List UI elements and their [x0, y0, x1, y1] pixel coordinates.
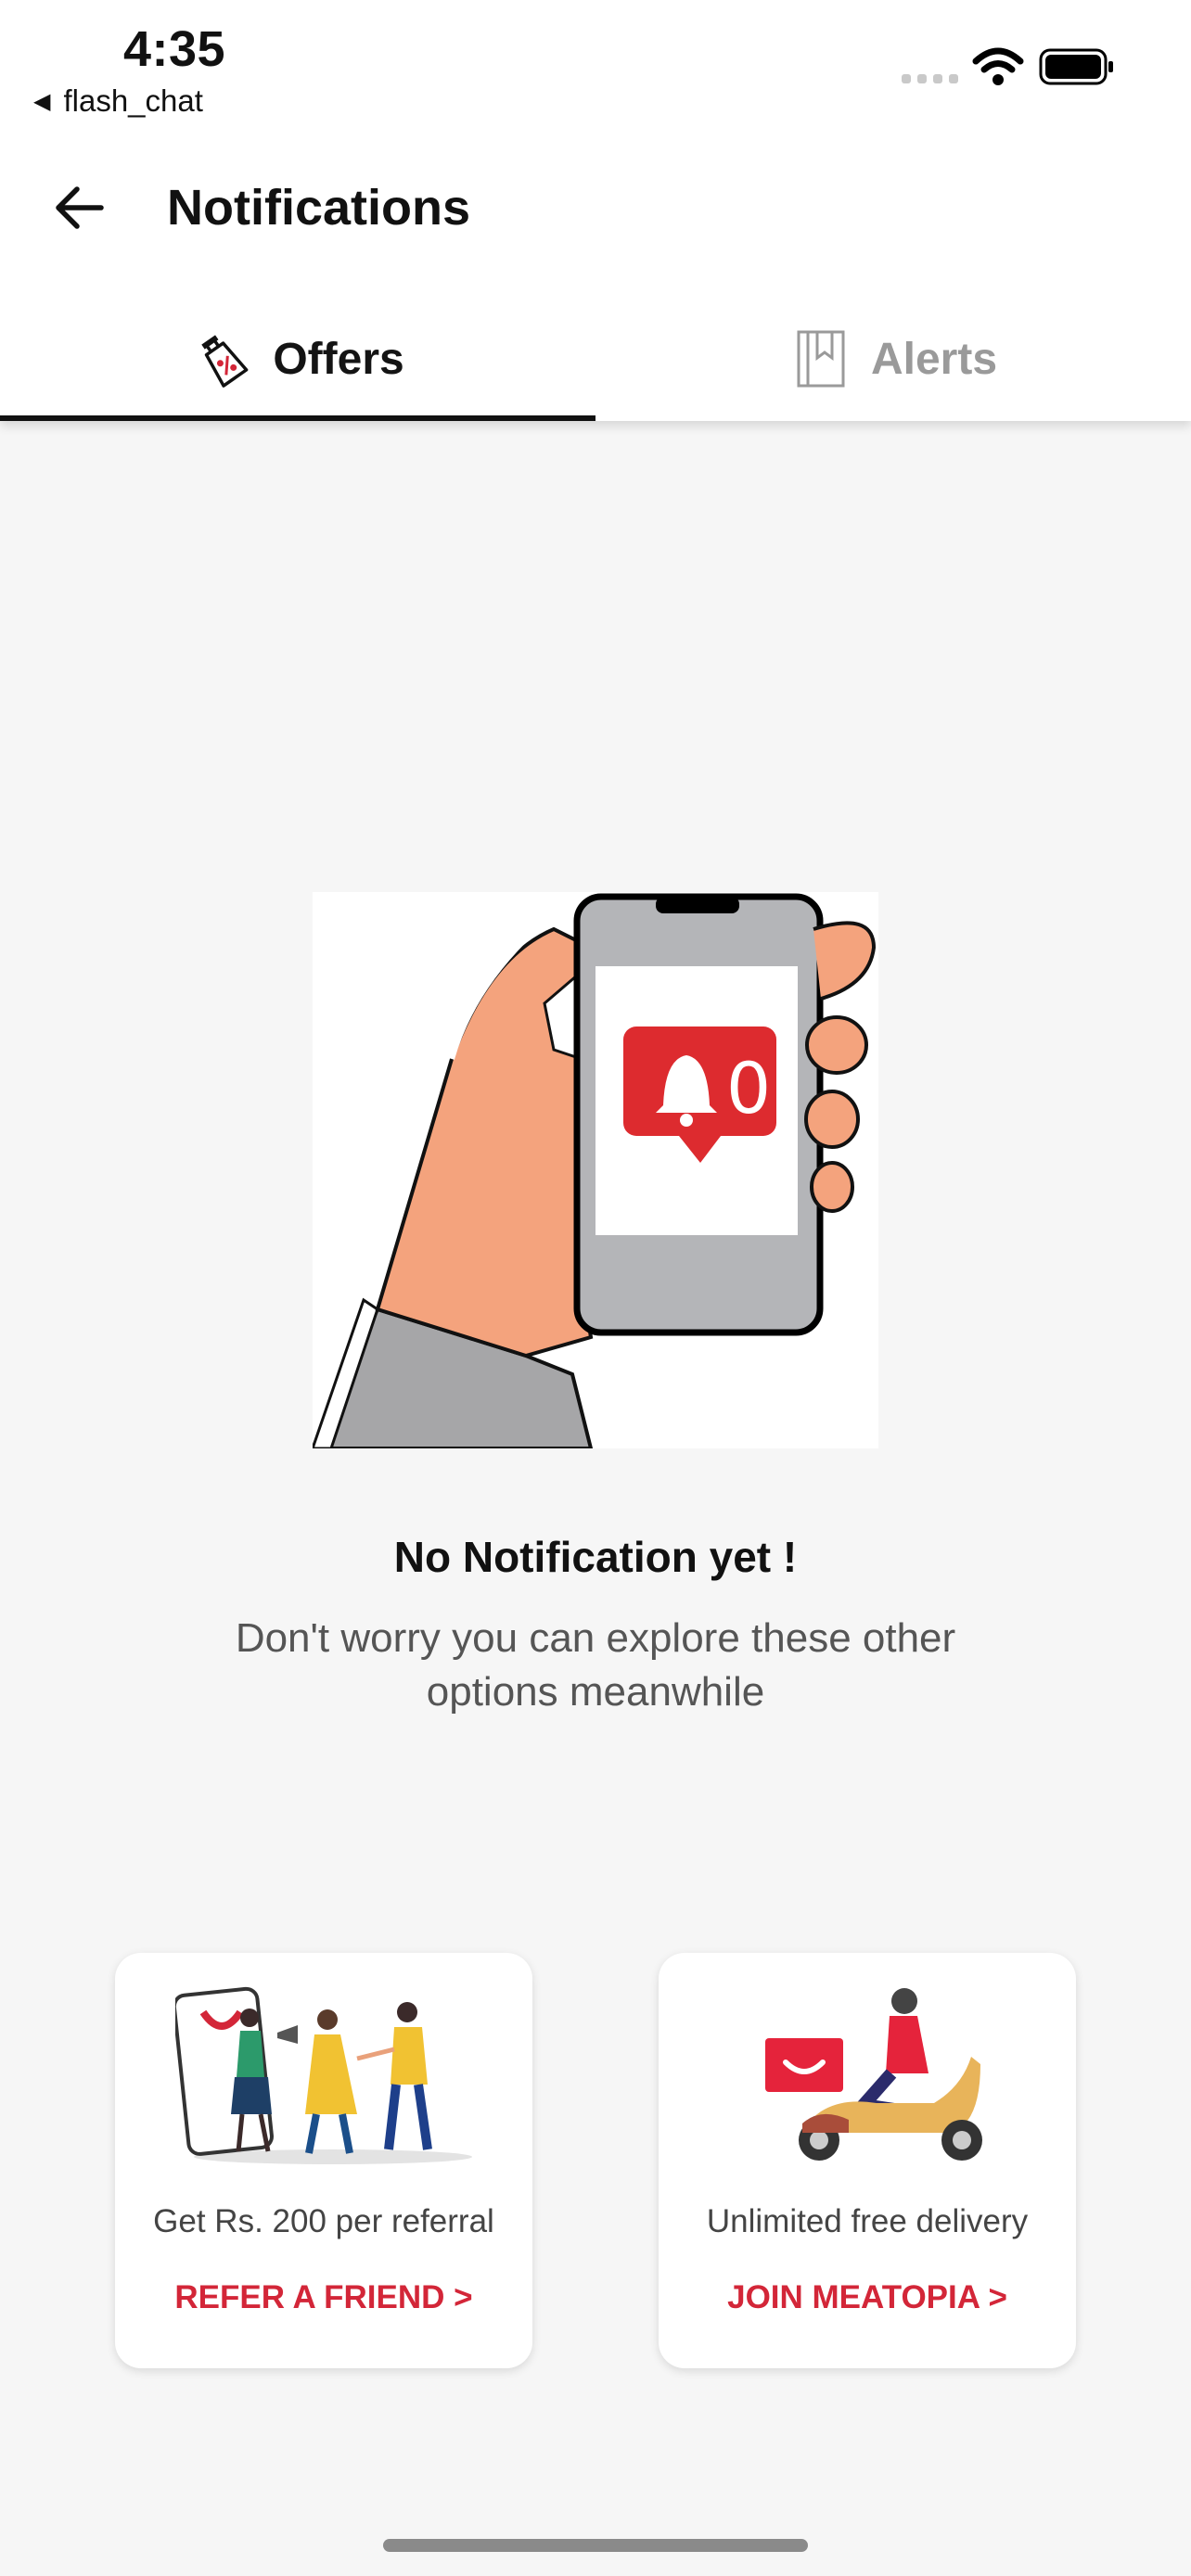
- refer-friend-link[interactable]: REFER A FRIEND >: [115, 2279, 532, 2316]
- app-header: 4:35 ◀ flash_chat Notifications Offers A…: [0, 0, 1191, 421]
- empty-state-subtitle: Don't worry you can explore these other …: [235, 1615, 956, 1715]
- refer-friends-illustration: [175, 1986, 472, 2164]
- referral-description: Get Rs. 200 per referral: [153, 2203, 494, 2239]
- back-button[interactable]: [46, 178, 111, 237]
- notification-count: 0: [726, 1047, 771, 1129]
- page-title: Notifications: [167, 180, 471, 236]
- battery-icon: [1039, 48, 1113, 85]
- back-triangle-icon: ◀: [33, 88, 51, 114]
- wifi-icon: [972, 47, 1024, 85]
- delivery-scooter-illustration: [765, 1988, 982, 2161]
- bookmark-icon: [789, 328, 851, 389]
- meatopia-card[interactable]: Unlimited free delivery JOIN MEATOPIA >: [659, 1953, 1076, 2368]
- hand-phone-illustration: 0: [313, 892, 878, 1448]
- cellular-signal-icon: [902, 74, 958, 83]
- tab-bar: Offers Alerts: [0, 297, 1191, 421]
- join-meatopia-link[interactable]: JOIN MEATOPIA >: [659, 2279, 1076, 2316]
- tab-alerts[interactable]: Alerts: [596, 297, 1191, 421]
- home-indicator[interactable]: [383, 2539, 808, 2552]
- refer-friend-card[interactable]: Get Rs. 200 per referral REFER A FRIEND …: [115, 1953, 532, 2368]
- back-app-label: flash_chat: [63, 83, 203, 118]
- tab-offers-label: Offers: [273, 334, 404, 384]
- delivery-description: Unlimited free delivery: [706, 2203, 1029, 2239]
- empty-state-title: No Notification yet !: [393, 1533, 798, 1581]
- tab-offers[interactable]: Offers: [0, 297, 596, 421]
- back-to-app-link[interactable]: ◀ flash_chat: [33, 83, 203, 119]
- arrow-left-icon: [56, 186, 104, 229]
- tab-alerts-label: Alerts: [870, 334, 998, 384]
- status-time: 4:35: [123, 21, 226, 77]
- offer-tag-icon: [191, 328, 252, 389]
